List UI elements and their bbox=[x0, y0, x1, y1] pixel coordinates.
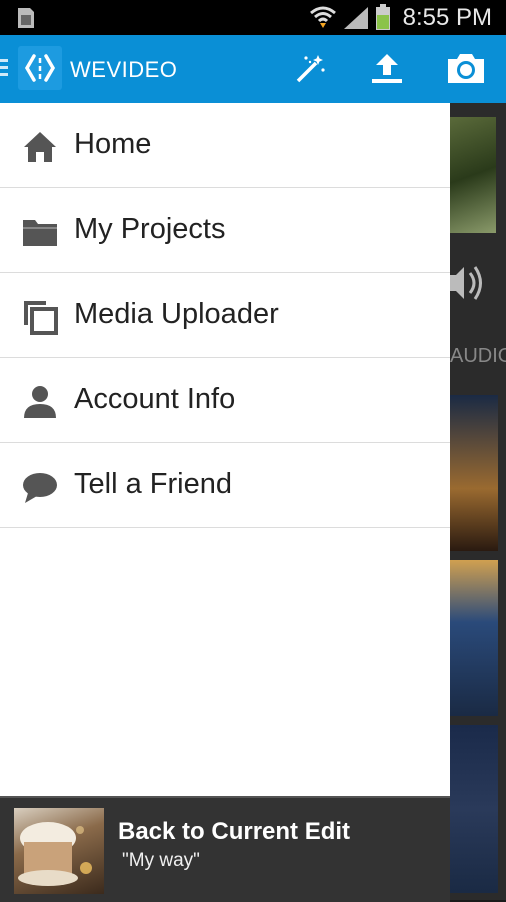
wevideo-logo-icon[interactable] bbox=[18, 46, 62, 90]
menu-item-my-projects[interactable]: My Projects bbox=[0, 188, 450, 273]
back-to-current-edit[interactable]: Back to Current Edit "My way" bbox=[0, 796, 450, 902]
drawer-indicator-icon[interactable] bbox=[0, 59, 8, 80]
status-bar: 8:55 PM bbox=[0, 0, 506, 35]
menu-item-label: Account Info bbox=[74, 383, 236, 415]
project-name: "My way" bbox=[122, 850, 200, 871]
media-thumbnail[interactable] bbox=[450, 395, 498, 551]
volume-icon[interactable] bbox=[450, 261, 486, 305]
home-icon bbox=[24, 132, 56, 162]
status-time: 8:55 PM bbox=[402, 4, 492, 31]
media-thumbnail[interactable] bbox=[450, 725, 498, 893]
chat-bubble-icon bbox=[23, 473, 57, 503]
background-content: AUDIO bbox=[450, 103, 506, 900]
upload-icon[interactable] bbox=[370, 51, 404, 85]
signal-icon bbox=[344, 7, 368, 29]
menu-item-tell-a-friend[interactable]: Tell a Friend bbox=[0, 443, 450, 528]
menu-item-media-uploader[interactable]: Media Uploader bbox=[0, 273, 450, 358]
video-thumbnail[interactable] bbox=[450, 117, 496, 233]
magic-wand-icon[interactable] bbox=[294, 53, 326, 85]
project-thumbnail bbox=[14, 808, 104, 894]
media-uploader-icon bbox=[24, 301, 58, 335]
app-bar: WEVIDEO bbox=[0, 35, 506, 103]
battery-icon bbox=[376, 4, 390, 30]
sim-card-icon bbox=[18, 8, 34, 28]
media-thumbnail[interactable] bbox=[450, 560, 498, 716]
menu-item-label: Tell a Friend bbox=[74, 468, 232, 500]
audio-tab-label[interactable]: AUDIO bbox=[450, 345, 506, 368]
menu-item-label: Media Uploader bbox=[74, 298, 279, 330]
menu-item-label: Home bbox=[74, 128, 152, 160]
wifi-icon bbox=[310, 6, 336, 28]
menu-item-label: My Projects bbox=[74, 213, 226, 245]
back-to-edit-title: Back to Current Edit bbox=[118, 818, 351, 845]
menu-item-home[interactable]: Home bbox=[0, 103, 450, 188]
folder-icon bbox=[23, 220, 57, 246]
menu-item-account-info[interactable]: Account Info bbox=[0, 358, 450, 443]
app-title: WEVIDEO bbox=[70, 57, 178, 82]
navigation-drawer: Home My Projects Media Uploader Account … bbox=[0, 103, 450, 796]
person-icon bbox=[24, 386, 56, 418]
camera-icon[interactable] bbox=[446, 51, 486, 85]
